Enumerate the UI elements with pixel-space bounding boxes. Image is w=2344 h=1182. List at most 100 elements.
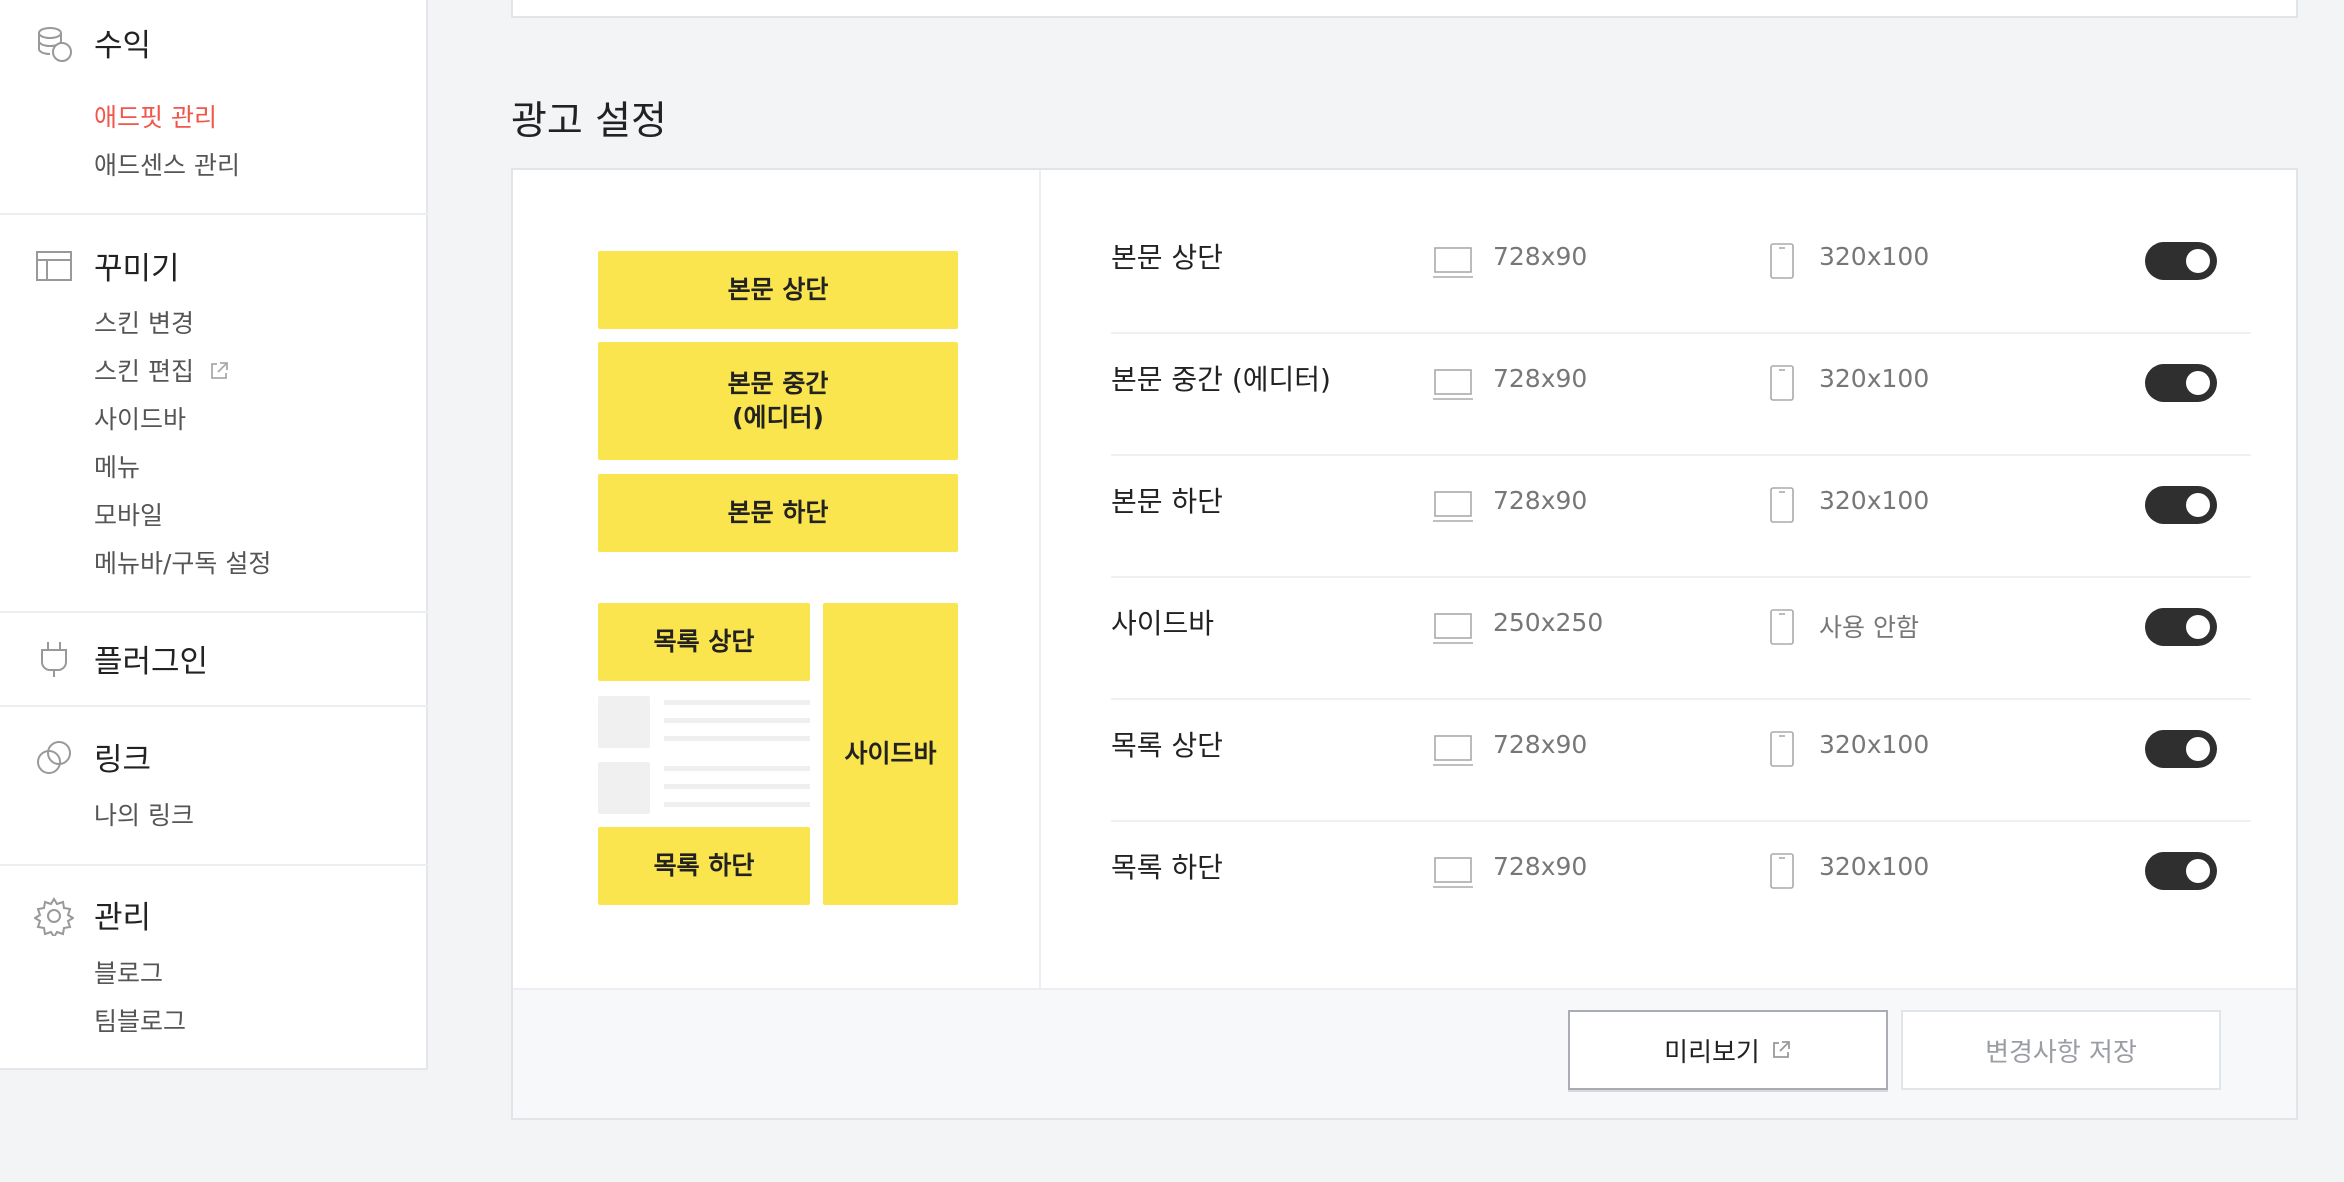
sidebar-item-adfit[interactable]: 애드핏 관리	[94, 98, 217, 134]
sidebar-item-menu[interactable]: 메뉴	[94, 448, 140, 484]
ad-row-list-top: 목록 상단 728x90 320x100	[1111, 700, 2251, 822]
mobile-icon	[1770, 487, 1794, 523]
diagram-body-middle: 본문 중간 (에디터)	[598, 342, 958, 460]
coins-icon	[38, 27, 72, 62]
layout-icon	[36, 251, 72, 281]
ad-row-mobile-size: 320x100	[1819, 486, 1930, 515]
sidebar-title-revenue[interactable]: 수익	[94, 20, 151, 65]
diagram-body-middle-line2: (에디터)	[732, 403, 824, 432]
page-title: 광고 설정	[511, 99, 667, 144]
diagram-list-top: 목록 상단	[598, 603, 810, 681]
sidebar-item-team-blog[interactable]: 팀블로그	[94, 1002, 186, 1038]
sidebar-item-mobile[interactable]: 모바일	[94, 496, 163, 532]
ad-row-pc-size: 728x90	[1493, 852, 1588, 881]
sidebar-item-sidebar[interactable]: 사이드바	[94, 400, 186, 436]
sidebar-item-adsense[interactable]: 애드센스 관리	[94, 146, 240, 182]
toggle-knob	[2186, 371, 2210, 395]
ad-row-toggle[interactable]	[2145, 730, 2217, 768]
sidebar-title-manage[interactable]: 관리	[94, 892, 151, 937]
toggle-knob	[2186, 859, 2210, 883]
sidebar-divider	[0, 864, 428, 866]
diagram-list-line	[664, 766, 810, 771]
diagram-list-line	[664, 784, 810, 789]
ad-row-toggle[interactable]	[2145, 364, 2217, 402]
sidebar-item-menubar[interactable]: 메뉴바/구독 설정	[94, 544, 271, 580]
sidebar-title-link[interactable]: 링크	[94, 734, 151, 779]
diagram-list-bottom: 목록 하단	[598, 827, 810, 905]
diagram-list-thumb	[598, 696, 650, 748]
sidebar-item-blog[interactable]: 블로그	[94, 954, 163, 990]
sidebar-divider	[0, 611, 428, 613]
ad-row-sidebar: 사이드바 250x250 사용 안함	[1111, 578, 2251, 700]
ad-row-label: 본문 상단	[1111, 241, 1223, 274]
toggle-knob	[2186, 493, 2210, 517]
desktop-icon	[1433, 369, 1473, 400]
mobile-icon	[1770, 731, 1794, 767]
sidebar-divider	[0, 213, 428, 215]
desktop-icon	[1433, 613, 1473, 644]
mobile-icon	[1770, 365, 1794, 401]
diagram-sidebar: 사이드바	[823, 603, 958, 905]
sidebar-item-skin-change[interactable]: 스킨 변경	[94, 304, 194, 340]
previous-section-card	[511, 0, 2298, 18]
sidebar-title-plugin[interactable]: 플러그인	[94, 636, 208, 681]
toggle-knob	[2186, 737, 2210, 761]
ad-row-mobile-size: 320x100	[1819, 364, 1930, 393]
ad-settings-card: 본문 상단 본문 중간 (에디터) 본문 하단 목록 상단 목록 하단 사이드바…	[511, 168, 2298, 1120]
toggle-knob	[2186, 615, 2210, 639]
desktop-icon	[1433, 735, 1473, 766]
desktop-icon	[1433, 247, 1473, 278]
ad-row-toggle[interactable]	[2145, 608, 2217, 646]
ad-row-list-bottom: 목록 하단 728x90 320x100	[1111, 822, 2251, 944]
diagram-body-top: 본문 상단	[598, 251, 958, 329]
mobile-icon	[1770, 243, 1794, 279]
ad-row-mobile-size: 320x100	[1819, 242, 1930, 271]
desktop-icon	[1433, 857, 1473, 888]
ad-row-toggle[interactable]	[2145, 486, 2217, 524]
ad-row-label: 사이드바	[1111, 607, 1215, 640]
ad-row-body-top: 본문 상단 728x90 320x100	[1111, 212, 2251, 334]
external-link-icon	[211, 362, 228, 379]
ad-row-pc-size: 728x90	[1493, 730, 1588, 759]
ad-row-label: 본문 하단	[1111, 485, 1223, 518]
ad-row-mobile-size: 320x100	[1819, 852, 1930, 881]
diagram-list-line	[664, 718, 810, 723]
external-link-icon	[1772, 1041, 1790, 1058]
ad-row-toggle[interactable]	[2145, 242, 2217, 280]
ad-row-label: 본문 중간 (에디터)	[1111, 363, 1331, 396]
ad-row-body-middle: 본문 중간 (에디터) 728x90 320x100	[1111, 334, 2251, 456]
sidebar-item-skin-edit-label: 스킨 편집	[94, 357, 194, 386]
plug-icon	[41, 642, 67, 677]
ad-row-pc-size: 728x90	[1493, 486, 1588, 515]
card-footer: 미리보기 변경사항 저장	[513, 988, 2296, 1118]
ad-row-pc-size: 250x250	[1493, 608, 1604, 637]
mobile-icon	[1770, 853, 1794, 889]
sidebar-title-decorate[interactable]: 꾸미기	[94, 243, 180, 288]
sidebar: 수익 애드핏 관리 애드센스 관리 꾸미기 스킨 변경 스킨 편집 사이드바 메…	[0, 0, 428, 1070]
mobile-icon	[1770, 609, 1794, 645]
link-icon	[37, 741, 71, 774]
preview-button[interactable]: 미리보기	[1568, 1010, 1888, 1090]
diagram-list-thumb	[598, 762, 650, 814]
sidebar-item-my-link[interactable]: 나의 링크	[94, 796, 194, 832]
diagram-body-middle-line1: 본문 중간	[727, 369, 829, 398]
diagram-list-line	[664, 802, 810, 807]
desktop-icon	[1433, 491, 1473, 522]
preview-button-label: 미리보기	[1664, 1037, 1760, 1068]
ad-row-label: 목록 하단	[1111, 851, 1223, 884]
toggle-knob	[2186, 249, 2210, 273]
ad-row-label: 목록 상단	[1111, 729, 1223, 762]
ad-row-pc-size: 728x90	[1493, 242, 1588, 271]
ad-row-toggle[interactable]	[2145, 852, 2217, 890]
diagram-list-line	[664, 736, 810, 741]
sidebar-item-skin-edit[interactable]: 스킨 편집	[94, 352, 230, 388]
diagram-list-line	[664, 700, 810, 705]
ad-row-mobile-size: 사용 안함	[1819, 613, 1919, 642]
ad-row-mobile-size: 320x100	[1819, 730, 1930, 759]
save-changes-button[interactable]: 변경사항 저장	[1901, 1010, 2221, 1090]
gear-icon	[34, 897, 74, 936]
ad-row-body-bottom: 본문 하단 728x90 320x100	[1111, 456, 2251, 578]
ad-row-pc-size: 728x90	[1493, 364, 1588, 393]
sidebar-divider	[0, 705, 428, 707]
diagram-body-bottom: 본문 하단	[598, 474, 958, 552]
